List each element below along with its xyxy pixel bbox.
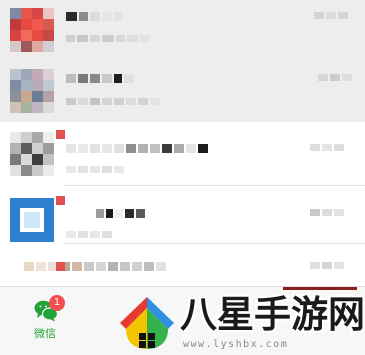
chat-time-pixelated bbox=[318, 74, 352, 83]
chat-name-pixelated bbox=[24, 262, 166, 271]
watermark-brand: 八星手游网 bbox=[180, 293, 365, 336]
avatar bbox=[10, 69, 54, 113]
chat-preview-pixelated bbox=[66, 35, 150, 44]
chat-time-pixelated bbox=[310, 209, 344, 218]
chat-list-item[interactable] bbox=[0, 122, 365, 186]
chat-list-item[interactable] bbox=[0, 0, 365, 62]
corner-accent-bar bbox=[283, 287, 357, 290]
chat-preview-pixelated bbox=[66, 166, 124, 175]
chat-time-pixelated bbox=[314, 12, 348, 21]
chat-time-pixelated bbox=[310, 262, 344, 271]
chat-name-pixelated bbox=[66, 12, 123, 21]
unread-dot bbox=[56, 130, 65, 139]
unread-badge: 1 bbox=[49, 295, 65, 311]
chat-time-pixelated bbox=[310, 144, 344, 153]
chat-name-pixelated bbox=[96, 209, 145, 218]
avatar bbox=[10, 8, 54, 52]
house-logo-icon bbox=[120, 297, 174, 349]
unread-dot bbox=[56, 262, 65, 271]
chat-preview-pixelated bbox=[66, 98, 160, 107]
unread-dot bbox=[56, 196, 65, 205]
avatar bbox=[10, 198, 54, 242]
watermark-url: www.lyshbx.com bbox=[183, 339, 289, 350]
tab-chats[interactable]: 1 微信 bbox=[18, 291, 72, 351]
avatar bbox=[10, 132, 54, 176]
chat-list-item[interactable] bbox=[0, 244, 365, 286]
chat-list-item[interactable] bbox=[0, 186, 365, 244]
tab-label: 微信 bbox=[34, 327, 56, 340]
chat-list-item[interactable] bbox=[0, 62, 365, 122]
chat-name-pixelated bbox=[66, 74, 134, 83]
chat-preview-pixelated bbox=[66, 231, 112, 240]
chat-name-pixelated bbox=[66, 144, 208, 153]
chat-list bbox=[0, 0, 365, 286]
